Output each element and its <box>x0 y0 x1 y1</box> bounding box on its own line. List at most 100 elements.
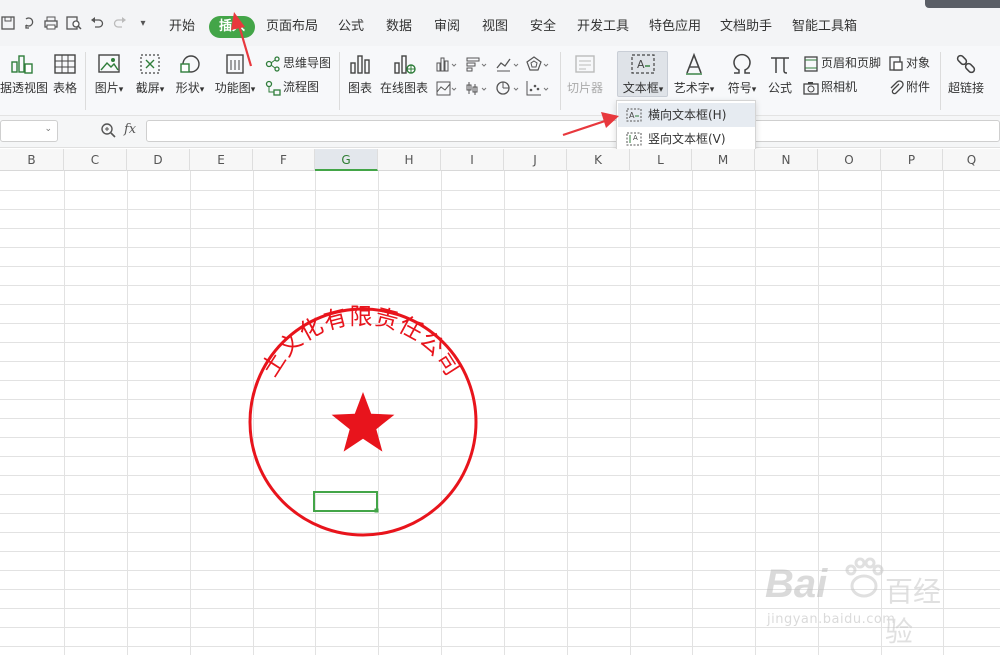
column-header-h[interactable]: H <box>378 149 441 171</box>
tab-developer[interactable]: 开发工具 <box>573 16 633 38</box>
save-icon[interactable] <box>0 16 16 32</box>
baidu-watermark: Bai 百经验 jingyan.baidu.com <box>765 557 965 648</box>
redo-icon[interactable] <box>112 16 128 32</box>
tab-start[interactable]: 开始 <box>165 16 199 38</box>
attachment-button[interactable]: 附件 <box>888 77 930 97</box>
vertical-textbox-option[interactable]: A 竖向文本框(V) <box>618 127 755 151</box>
chart-button[interactable]: 图表 <box>344 52 376 96</box>
svg-text:A: A <box>629 111 635 120</box>
ribbon-separator <box>560 52 561 110</box>
camera-button[interactable]: 照相机 <box>803 77 857 97</box>
tab-insert[interactable]: 插入 <box>209 16 256 38</box>
table-button[interactable]: 表格 <box>50 52 80 96</box>
horizontal-textbox-option[interactable]: A 横向文本框(H) <box>618 103 755 127</box>
svg-text:A: A <box>637 58 645 71</box>
zoom-icon[interactable] <box>100 122 116 141</box>
omega-icon <box>733 53 751 74</box>
column-header-j[interactable]: J <box>504 149 567 171</box>
line-chart-dropdown[interactable] <box>496 53 528 73</box>
function-chart-button[interactable]: 功能图▾ <box>211 52 259 96</box>
shape-icon <box>180 55 200 73</box>
print-preview-icon[interactable] <box>66 16 82 32</box>
column-chart-icon <box>436 57 457 71</box>
slicer-button[interactable]: 切片器 <box>565 52 605 96</box>
tab-special[interactable]: 特色应用 <box>645 16 705 38</box>
radar-chart-icon <box>526 55 549 71</box>
column-header-c[interactable]: C <box>64 149 127 171</box>
screenshot-button[interactable]: 截屏▾ <box>131 52 169 96</box>
column-header-b[interactable]: B <box>0 149 64 171</box>
tab-review[interactable]: 审阅 <box>430 16 464 38</box>
ribbon-separator <box>940 52 941 110</box>
flowchart-icon <box>265 80 281 96</box>
name-box[interactable]: ⌄ <box>0 120 58 142</box>
line-chart-icon <box>496 58 519 71</box>
tab-smart-toolbox[interactable]: 智能工具箱 <box>788 16 861 38</box>
tab-data[interactable]: 数据 <box>382 16 416 38</box>
watermark-brand: Bai <box>765 562 828 606</box>
customize-caret-icon[interactable]: ▾ <box>135 16 151 32</box>
ribbon-separator <box>339 52 340 110</box>
column-header-m[interactable]: M <box>692 149 755 171</box>
pie-chart-dropdown[interactable] <box>496 77 528 97</box>
bar-chart-dropdown[interactable] <box>466 53 498 73</box>
window-corner <box>925 0 1000 8</box>
tab-security[interactable]: 安全 <box>526 16 560 38</box>
ribbon-separator <box>85 52 86 110</box>
column-chart-dropdown[interactable] <box>436 53 468 73</box>
online-chart-button[interactable]: 在线图表 <box>378 52 430 96</box>
area-chart-icon <box>436 81 457 95</box>
pivot-chart-button[interactable]: 据透视图 <box>0 52 48 96</box>
bar-chart-icon <box>350 55 370 74</box>
column-header-l[interactable]: L <box>630 149 692 171</box>
object-icon <box>889 55 903 71</box>
print-icon[interactable] <box>43 16 59 32</box>
column-header-e[interactable]: E <box>190 149 253 171</box>
undo-icon[interactable] <box>89 16 105 32</box>
flowchart-button[interactable]: 流程图 <box>265 77 319 97</box>
horizontal-textbox-icon: A <box>626 108 642 122</box>
horizontal-bar-icon <box>466 57 487 71</box>
stock-chart-dropdown[interactable] <box>466 77 498 97</box>
pivot-chart-icon <box>11 55 33 74</box>
tab-formula[interactable]: 公式 <box>334 16 368 38</box>
paperclip-icon <box>890 79 904 94</box>
header-footer-button[interactable]: 页眉和页脚 <box>803 53 881 73</box>
svg-text:A: A <box>633 134 638 142</box>
column-header-p[interactable]: P <box>881 149 943 171</box>
wordart-button[interactable]: 艺术字▾ <box>670 52 718 96</box>
tab-page-layout[interactable]: 页面布局 <box>262 16 322 38</box>
picture-button[interactable]: 图片▾ <box>90 52 128 96</box>
mindmap-button[interactable]: 思维导图 <box>265 53 331 73</box>
function-chart-icon <box>226 54 244 74</box>
object-button[interactable]: 对象 <box>888 53 930 73</box>
shape-button[interactable]: 形状▾ <box>171 52 209 96</box>
column-header-n[interactable]: N <box>755 149 818 171</box>
column-headers: B C D E F G H I J K L M N O P Q <box>0 149 1000 171</box>
scatter-chart-dropdown[interactable] <box>526 77 558 97</box>
tab-view[interactable]: 视图 <box>478 16 512 38</box>
export-icon[interactable] <box>22 16 38 32</box>
header-footer-icon <box>804 55 818 72</box>
equation-button[interactable]: 公式 <box>764 52 796 96</box>
column-header-o[interactable]: O <box>818 149 881 171</box>
column-header-k[interactable]: K <box>567 149 630 171</box>
column-header-q[interactable]: Q <box>943 149 1000 171</box>
picture-icon <box>98 54 120 73</box>
chevron-down-icon: ⌄ <box>44 124 52 134</box>
tab-doc-assistant[interactable]: 文档助手 <box>716 16 776 38</box>
formula-input[interactable] <box>146 120 1000 142</box>
textbox-icon: A <box>631 54 655 74</box>
mindmap-icon <box>265 55 280 72</box>
column-header-d[interactable]: D <box>127 149 190 171</box>
hyperlink-button[interactable]: 超链接 <box>945 52 987 96</box>
area-chart-dropdown[interactable] <box>436 77 468 97</box>
column-header-g[interactable]: G <box>315 149 378 171</box>
function-icon[interactable]: fx <box>124 122 136 137</box>
formula-bar: ⌄ fx <box>0 116 1000 148</box>
radar-chart-dropdown[interactable] <box>526 53 558 73</box>
column-header-f[interactable]: F <box>253 149 315 171</box>
textbox-button[interactable]: A 文本框▾ <box>618 52 668 96</box>
column-header-i[interactable]: I <box>441 149 504 171</box>
symbol-button[interactable]: 符号▾ <box>722 52 762 96</box>
